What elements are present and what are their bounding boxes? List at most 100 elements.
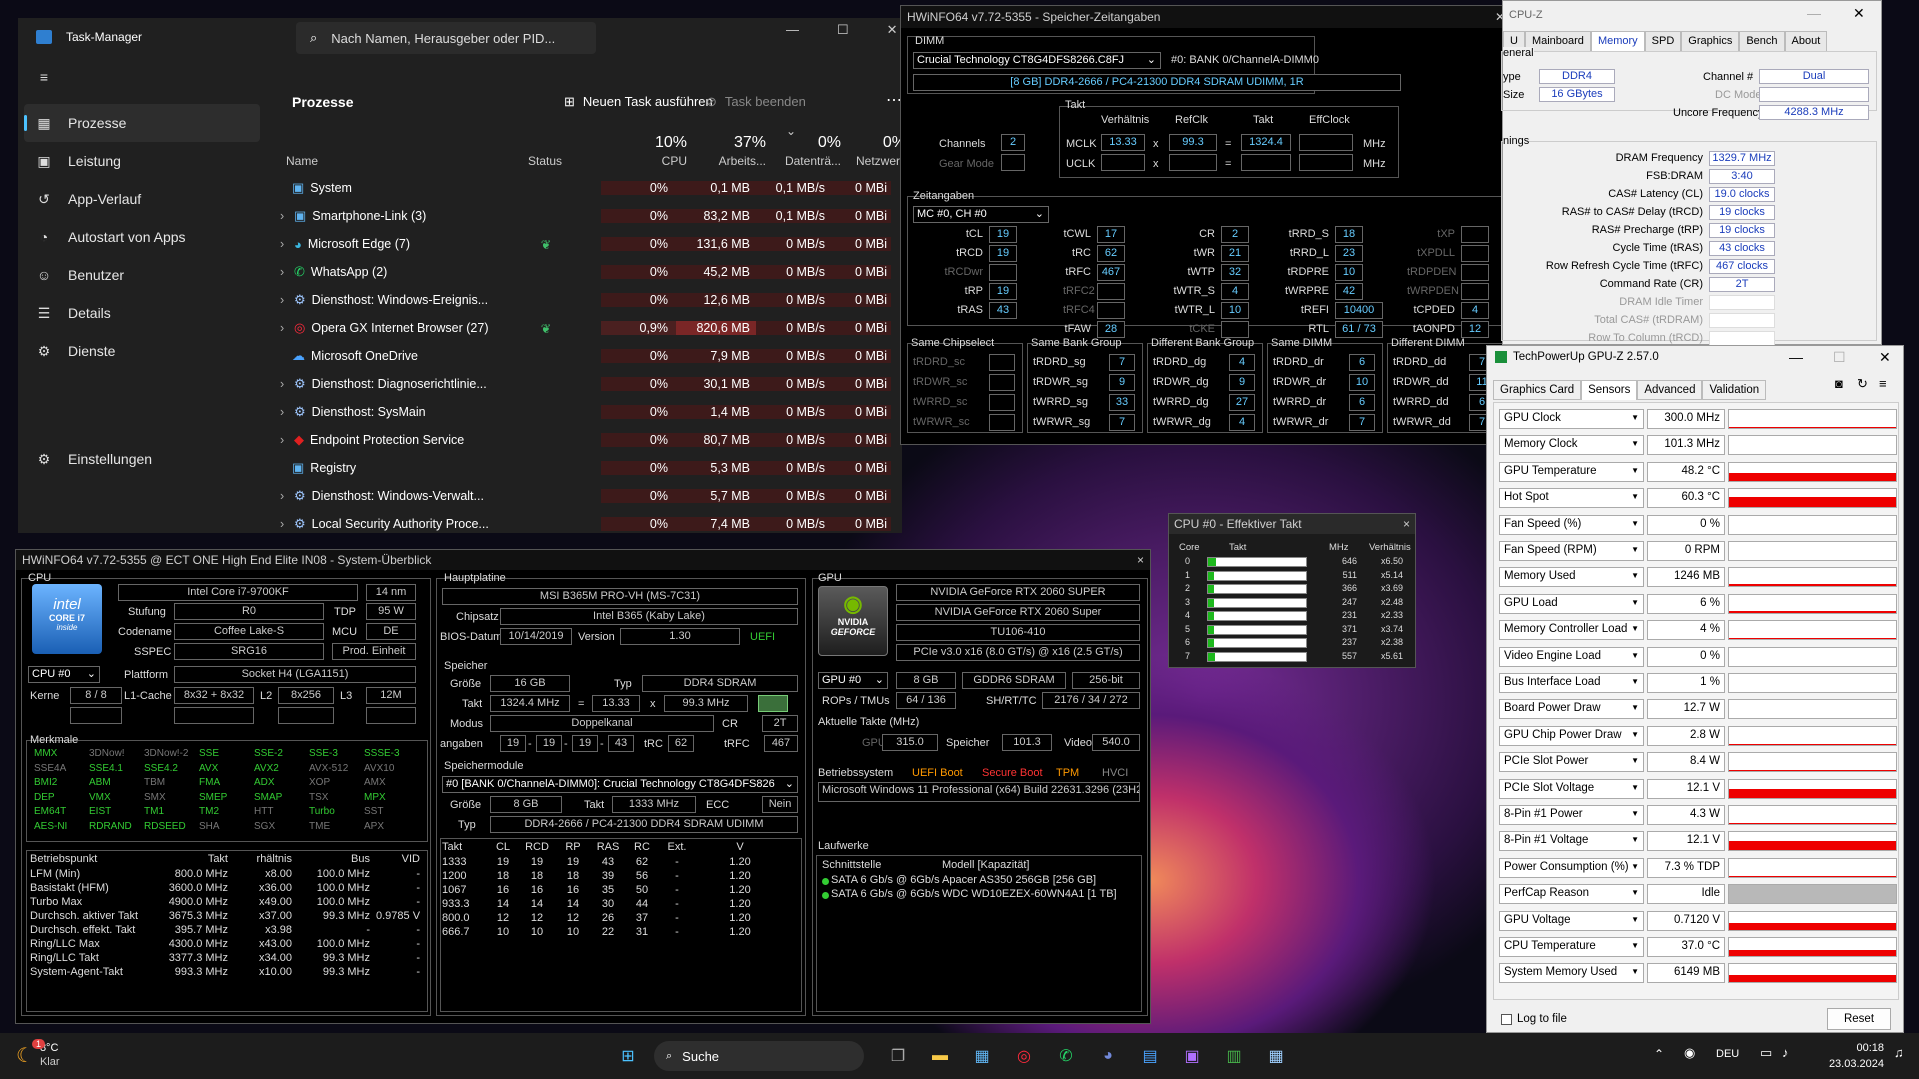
nav-benutzer[interactable]: ☺ Benutzer	[18, 256, 266, 294]
hwinfo-icon[interactable]: ▦	[1262, 1042, 1290, 1070]
gpuz-tab[interactable]: Sensors	[1581, 380, 1638, 400]
table-row[interactable]: ▣ Registry 0% 5,3 MB 0 MB/s 0 MBi	[276, 454, 902, 482]
nav-einstellungen[interactable]: ⚙ Einstellungen	[18, 440, 266, 478]
sensor-name-dropdown[interactable]: Power Consumption (%)	[1499, 857, 1644, 878]
minimize-icon[interactable]: —	[1789, 349, 1803, 365]
app-icon[interactable]: ▣	[1178, 1042, 1206, 1070]
chevron-right-icon[interactable]: ›	[280, 321, 288, 335]
nav-prozesse[interactable]: ▦ Prozesse	[24, 104, 260, 142]
file-explorer-icon[interactable]: ▬	[926, 1042, 954, 1070]
network-icon[interactable]: ▭	[1760, 1045, 1772, 1061]
sensor-name-dropdown[interactable]: GPU Load	[1499, 593, 1644, 614]
end-task-button[interactable]: ⊘ Task beenden	[706, 94, 806, 110]
camera-icon[interactable]: ◙	[1835, 376, 1843, 391]
gpuz-tab[interactable]: Validation	[1702, 380, 1767, 400]
close-icon[interactable]: ✕	[1879, 349, 1891, 366]
maximize-icon[interactable]: ☐	[837, 22, 849, 38]
volume-icon[interactable]: ♪	[1782, 1045, 1789, 1060]
chevron-up-icon[interactable]: ⌃	[1654, 1047, 1664, 1061]
task-manager-icon[interactable]: ▤	[1136, 1042, 1164, 1070]
col-name[interactable]: Name	[286, 154, 318, 168]
sensor-name-dropdown[interactable]: GPU Temperature	[1499, 461, 1644, 482]
nav-app-verlauf[interactable]: ↺ App-Verlauf	[18, 180, 266, 218]
chevron-right-icon[interactable]: ›	[280, 517, 288, 531]
weather-widget[interactable]: ☾ 1 8°C Klar	[16, 1039, 60, 1069]
nav-autostart[interactable]: ◔ Autostart von Apps	[18, 218, 266, 256]
col-mem[interactable]: Arbeits...	[706, 154, 766, 168]
close-icon[interactable]: ✕	[1853, 5, 1865, 22]
discord-icon[interactable]: ◕	[1094, 1042, 1122, 1070]
log-to-file-checkbox[interactable]: Log to file	[1501, 1013, 1567, 1025]
col-cpu[interactable]: CPU	[631, 154, 687, 168]
new-task-button[interactable]: ⊞ Neuen Task ausführen	[564, 94, 713, 110]
dimm-select[interactable]: Crucial Technology CT8G4DFS8266.C8FJ ⌄	[913, 52, 1161, 69]
sensor-name-dropdown[interactable]: Video Engine Load	[1499, 646, 1644, 667]
chevron-right-icon[interactable]: ›	[280, 489, 288, 503]
cpuz-tab[interactable]: Memory	[1590, 31, 1645, 51]
sensor-name-dropdown[interactable]: Board Power Draw	[1499, 699, 1644, 720]
security-icon[interactable]: ◉	[1684, 1045, 1695, 1061]
nav-dienste[interactable]: ⚙ Dienste	[18, 332, 266, 370]
table-row[interactable]: › ⚙ Local Security Authority Proce... 0% 7,4…	[276, 510, 902, 533]
gpu-select[interactable]: GPU #0 ⌄	[818, 672, 888, 689]
close-icon[interactable]: ✕	[887, 22, 898, 38]
col-net[interactable]: Netzwerk	[846, 154, 902, 168]
mc-select[interactable]: MC #0, CH #0 ⌄	[913, 206, 1049, 223]
gpu-z-icon[interactable]: ▥	[1220, 1042, 1248, 1070]
hamburger-menu-button[interactable]: ≡	[18, 58, 266, 96]
close-icon[interactable]: ×	[1403, 517, 1410, 531]
sensor-name-dropdown[interactable]: GPU Voltage	[1499, 910, 1644, 931]
sensor-name-dropdown[interactable]: Fan Speed (RPM)	[1499, 541, 1644, 561]
table-row[interactable]: › ⚙ Diensthost: Windows-Verwalt... 0% 5,7 MB…	[276, 482, 902, 510]
cpu-select[interactable]: CPU #0 ⌄	[28, 666, 100, 683]
chevron-right-icon[interactable]: ›	[280, 237, 288, 251]
sensor-name-dropdown[interactable]: Memory Used	[1499, 567, 1644, 588]
refresh-icon[interactable]: ↻	[1857, 376, 1868, 392]
whatsapp-icon[interactable]: ✆	[1052, 1042, 1080, 1070]
cpuz-tab[interactable]: Graphics	[1681, 31, 1740, 51]
opera-gx-icon[interactable]: ◎	[1010, 1042, 1038, 1070]
sensor-name-dropdown[interactable]: Bus Interface Load	[1499, 673, 1644, 693]
sensor-name-dropdown[interactable]: PCIe Slot Voltage	[1499, 778, 1644, 799]
chevron-right-icon[interactable]: ›	[280, 209, 288, 223]
sensor-name-dropdown[interactable]: 8-Pin #1 Power	[1499, 805, 1644, 825]
chevron-right-icon[interactable]: ›	[280, 433, 288, 447]
col-status[interactable]: Status	[528, 154, 562, 168]
reset-button[interactable]: Reset	[1827, 1008, 1891, 1030]
cpuz-tab[interactable]: About	[1784, 31, 1828, 51]
chevron-right-icon[interactable]: ›	[280, 377, 288, 391]
close-icon[interactable]: ×	[1137, 553, 1144, 567]
language-indicator[interactable]: DEU	[1716, 1048, 1739, 1060]
menu-icon[interactable]: ≡	[1879, 376, 1887, 391]
table-row[interactable]: › ◎ Opera GX Internet Browser (27) ❦ 0,9% 820…	[276, 314, 902, 342]
minimize-icon[interactable]: —	[1807, 5, 1821, 21]
gpuz-tab[interactable]: Advanced	[1637, 380, 1703, 400]
task-view-icon[interactable]: ❐	[884, 1042, 912, 1070]
module-select[interactable]: #0 [BANK 0/ChannelA-DIMM0]: Crucial Tech…	[442, 776, 798, 793]
tm-search-box[interactable]: ⌕ Nach Namen, Herausgeber oder PID...	[296, 22, 596, 54]
cpuz-tab[interactable]: SPD	[1644, 31, 1682, 51]
chevron-right-icon[interactable]: ›	[280, 405, 288, 419]
table-row[interactable]: ▣ System 0% 0,1 MB 0,1 MB/s 0 MBi	[276, 174, 902, 202]
windows-start-icon[interactable]: ⊞	[614, 1042, 642, 1070]
sensor-name-dropdown[interactable]: Memory Clock	[1499, 435, 1644, 456]
table-row[interactable]: › ◆ Endpoint Protection Service 0% 80,7 MB 0 …	[276, 426, 902, 454]
minimize-icon[interactable]: —	[786, 22, 799, 38]
sensor-name-dropdown[interactable]: PerfCap Reason	[1499, 884, 1644, 905]
table-row[interactable]: › ⚙ Diensthost: Diagnoserichtlinie... 0% 30,…	[276, 370, 902, 398]
nav-leistung[interactable]: ▣ Leistung	[18, 142, 266, 180]
bell-icon[interactable]: ♫	[1894, 1045, 1904, 1060]
table-row[interactable]: › ▣ Smartphone-Link (3) 0% 83,2 MB 0,1 MB/s 0 …	[276, 202, 902, 230]
cpuz-tab[interactable]: Mainboard	[1524, 31, 1591, 51]
gpuz-tab[interactable]: Graphics Card	[1493, 380, 1582, 400]
store-icon[interactable]: ▦	[968, 1042, 996, 1070]
maximize-icon[interactable]: ☐	[1833, 349, 1846, 366]
sensor-name-dropdown[interactable]: PCIe Slot Power	[1499, 752, 1644, 773]
sensor-name-dropdown[interactable]: GPU Clock	[1499, 409, 1644, 429]
nav-details[interactable]: ☰ Details	[18, 294, 266, 332]
sensor-name-dropdown[interactable]: Memory Controller Load	[1499, 620, 1644, 641]
table-row[interactable]: › ✆ WhatsApp (2) 0% 45,2 MB 0 MB/s 0 MBi	[276, 258, 902, 286]
table-row[interactable]: › ⚙ Diensthost: Windows-Ereignis... 0% 12,6 …	[276, 286, 902, 314]
sensor-name-dropdown[interactable]: 8-Pin #1 Voltage	[1499, 831, 1644, 852]
taskbar-search[interactable]: ⌕ Suche	[654, 1041, 864, 1071]
